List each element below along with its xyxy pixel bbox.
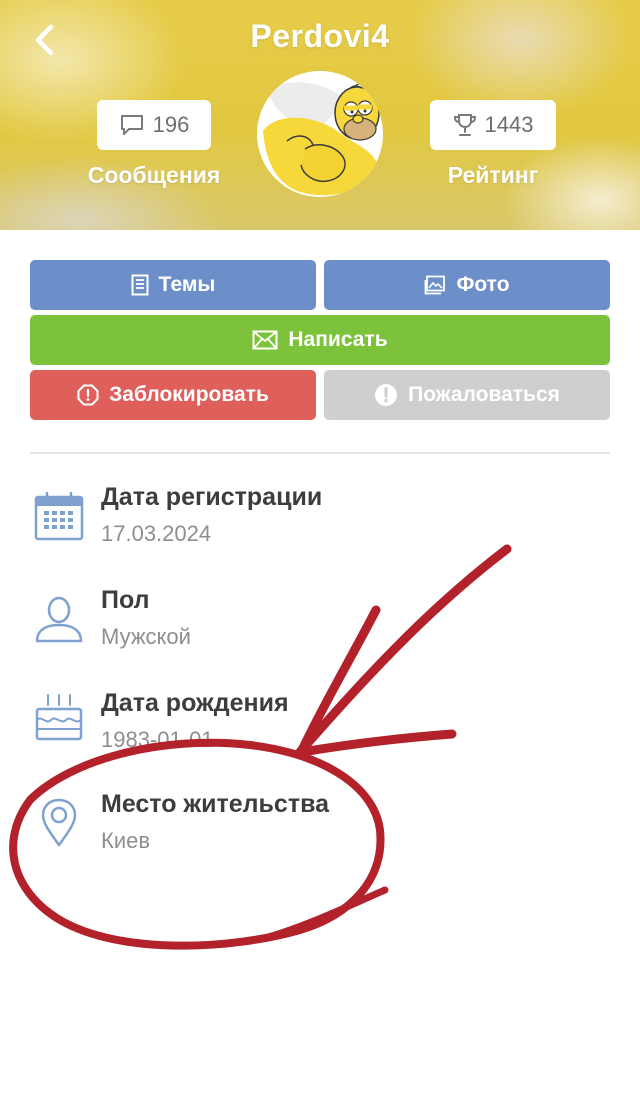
messages-label: Сообщения	[87, 162, 221, 188]
birth-date-value: 1983-01-01	[101, 727, 214, 752]
messages-count: 196	[152, 112, 190, 137]
block-button-label: Заблокировать	[109, 383, 269, 406]
document-icon	[131, 274, 149, 296]
registration-date-label: Дата регистрации	[101, 483, 323, 511]
write-message-button-label: Написать	[288, 328, 388, 351]
report-button[interactable]: Пожаловаться	[324, 370, 610, 420]
registration-date-value: 17.03.2024	[101, 521, 212, 546]
section-divider	[30, 452, 610, 454]
residence-value: Киев	[101, 828, 151, 853]
topics-button-label: Темы	[158, 273, 216, 296]
block-octagon-icon	[77, 384, 99, 406]
gender-value: Мужской	[101, 624, 191, 649]
topics-button[interactable]: Темы	[30, 260, 316, 310]
calendar-icon	[34, 492, 84, 541]
user-icon	[35, 596, 83, 643]
avatar[interactable]	[257, 71, 383, 197]
profile-username: Perdovi4	[250, 18, 390, 54]
exclamation-circle-icon	[375, 384, 398, 406]
photo-album-icon	[425, 275, 446, 295]
location-pin-icon	[41, 798, 77, 847]
write-message-button[interactable]: Написать	[30, 315, 610, 365]
rating-label: Рейтинг	[447, 162, 539, 188]
speech-bubble-icon	[120, 115, 143, 135]
residence-label: Место жительства	[101, 790, 330, 818]
birthday-cake-icon	[35, 694, 83, 741]
profile-header: Perdovi4 196 Сообщения 1443 Рейтинг	[0, 0, 640, 230]
avatar-image	[257, 71, 383, 197]
rating-count-box[interactable]: 1443	[430, 100, 556, 150]
photo-button-label: Фото	[456, 273, 510, 296]
rating-count: 1443	[484, 112, 534, 137]
birth-date-label: Дата рождения	[101, 689, 289, 717]
photo-button[interactable]: Фото	[324, 260, 610, 310]
envelope-icon	[252, 330, 278, 350]
trophy-icon	[453, 114, 476, 136]
report-button-label: Пожаловаться	[408, 383, 560, 406]
block-button[interactable]: Заблокировать	[30, 370, 316, 420]
gender-label: Пол	[101, 586, 150, 614]
messages-count-box[interactable]: 196	[97, 100, 211, 150]
